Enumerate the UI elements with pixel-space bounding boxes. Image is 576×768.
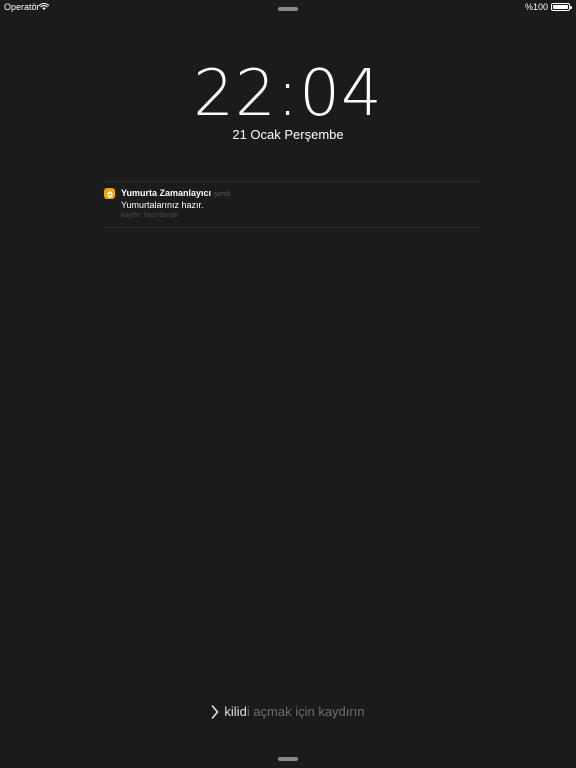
- notification-action-hint: kaydır: hazırlamak: [121, 212, 179, 219]
- control-center-grabber[interactable]: [278, 757, 298, 761]
- battery-fill: [553, 5, 568, 9]
- slide-to-unlock[interactable]: kilidi açmak için kaydırın: [0, 704, 576, 719]
- lock-screen-date: 21 Ocak Perşembe: [232, 127, 344, 142]
- notification-time: şimdi: [214, 191, 231, 198]
- notification-card[interactable]: Yumurta Zamanlayıcı şimdi Yumurtalarınız…: [104, 186, 480, 224]
- carrier-name: Operatör: [4, 2, 40, 12]
- notification-header: Yumurta Zamanlayıcı şimdi: [121, 188, 230, 198]
- notification-center-grabber[interactable]: [278, 7, 298, 11]
- wifi-icon: [39, 3, 49, 10]
- lock-screen-clock: 22:04: [193, 57, 383, 131]
- slide-to-unlock-highlight: kilid: [224, 704, 247, 719]
- notification-divider-top: [104, 181, 480, 182]
- battery-full-icon: [551, 3, 572, 11]
- battery-percentage: %100: [524, 2, 548, 12]
- lock-screen: Operatör %100 22:04 21 Ocak Perşembe Yum…: [0, 0, 576, 768]
- slide-to-unlock-rest: i açmak için kaydırın: [246, 704, 365, 719]
- notification-divider-bottom: [104, 227, 480, 228]
- egg-timer-app-icon: [104, 188, 115, 199]
- egg-icon: [106, 190, 113, 198]
- notification-message: Yumurtalarınız hazır.: [121, 200, 204, 210]
- slide-to-unlock-label: kilidi açmak için kaydırın: [224, 704, 364, 719]
- chevron-right-icon: [212, 704, 219, 719]
- battery-indicator: %100: [524, 2, 572, 12]
- notification-app-name: Yumurta Zamanlayıcı: [121, 188, 212, 198]
